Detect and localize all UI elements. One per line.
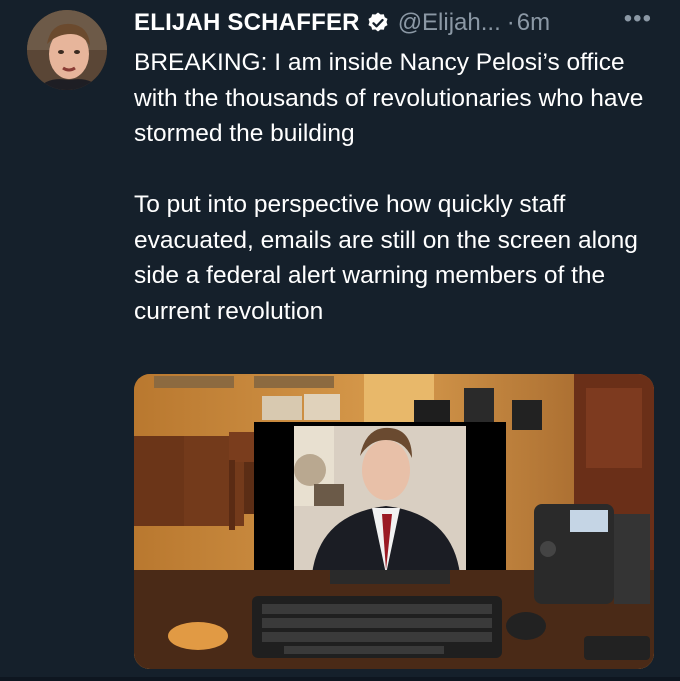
author-name[interactable]: ELIJAH SCHAFFER: [134, 6, 360, 40]
tweet-media[interactable]: [134, 374, 654, 669]
tweet-header: ELIJAH SCHAFFER @Elijah... · 6m •••: [134, 5, 674, 40]
tweet-text: BREAKING: I am inside Nancy Pelosi’s off…: [134, 49, 644, 325]
divider: [0, 677, 680, 681]
author-handle[interactable]: @Elijah...: [398, 6, 501, 40]
profile-photo-icon: [27, 10, 107, 90]
attached-photo-icon: [134, 374, 654, 669]
tweet[interactable]: ELIJAH SCHAFFER @Elijah... · 6m ••• BREA…: [0, 0, 680, 681]
meta-separator: ·: [506, 9, 515, 36]
tweet-timestamp[interactable]: 6m: [517, 6, 550, 40]
avatar[interactable]: [27, 10, 107, 90]
more-options-icon[interactable]: •••: [624, 2, 652, 36]
verified-badge-icon: [368, 12, 388, 32]
